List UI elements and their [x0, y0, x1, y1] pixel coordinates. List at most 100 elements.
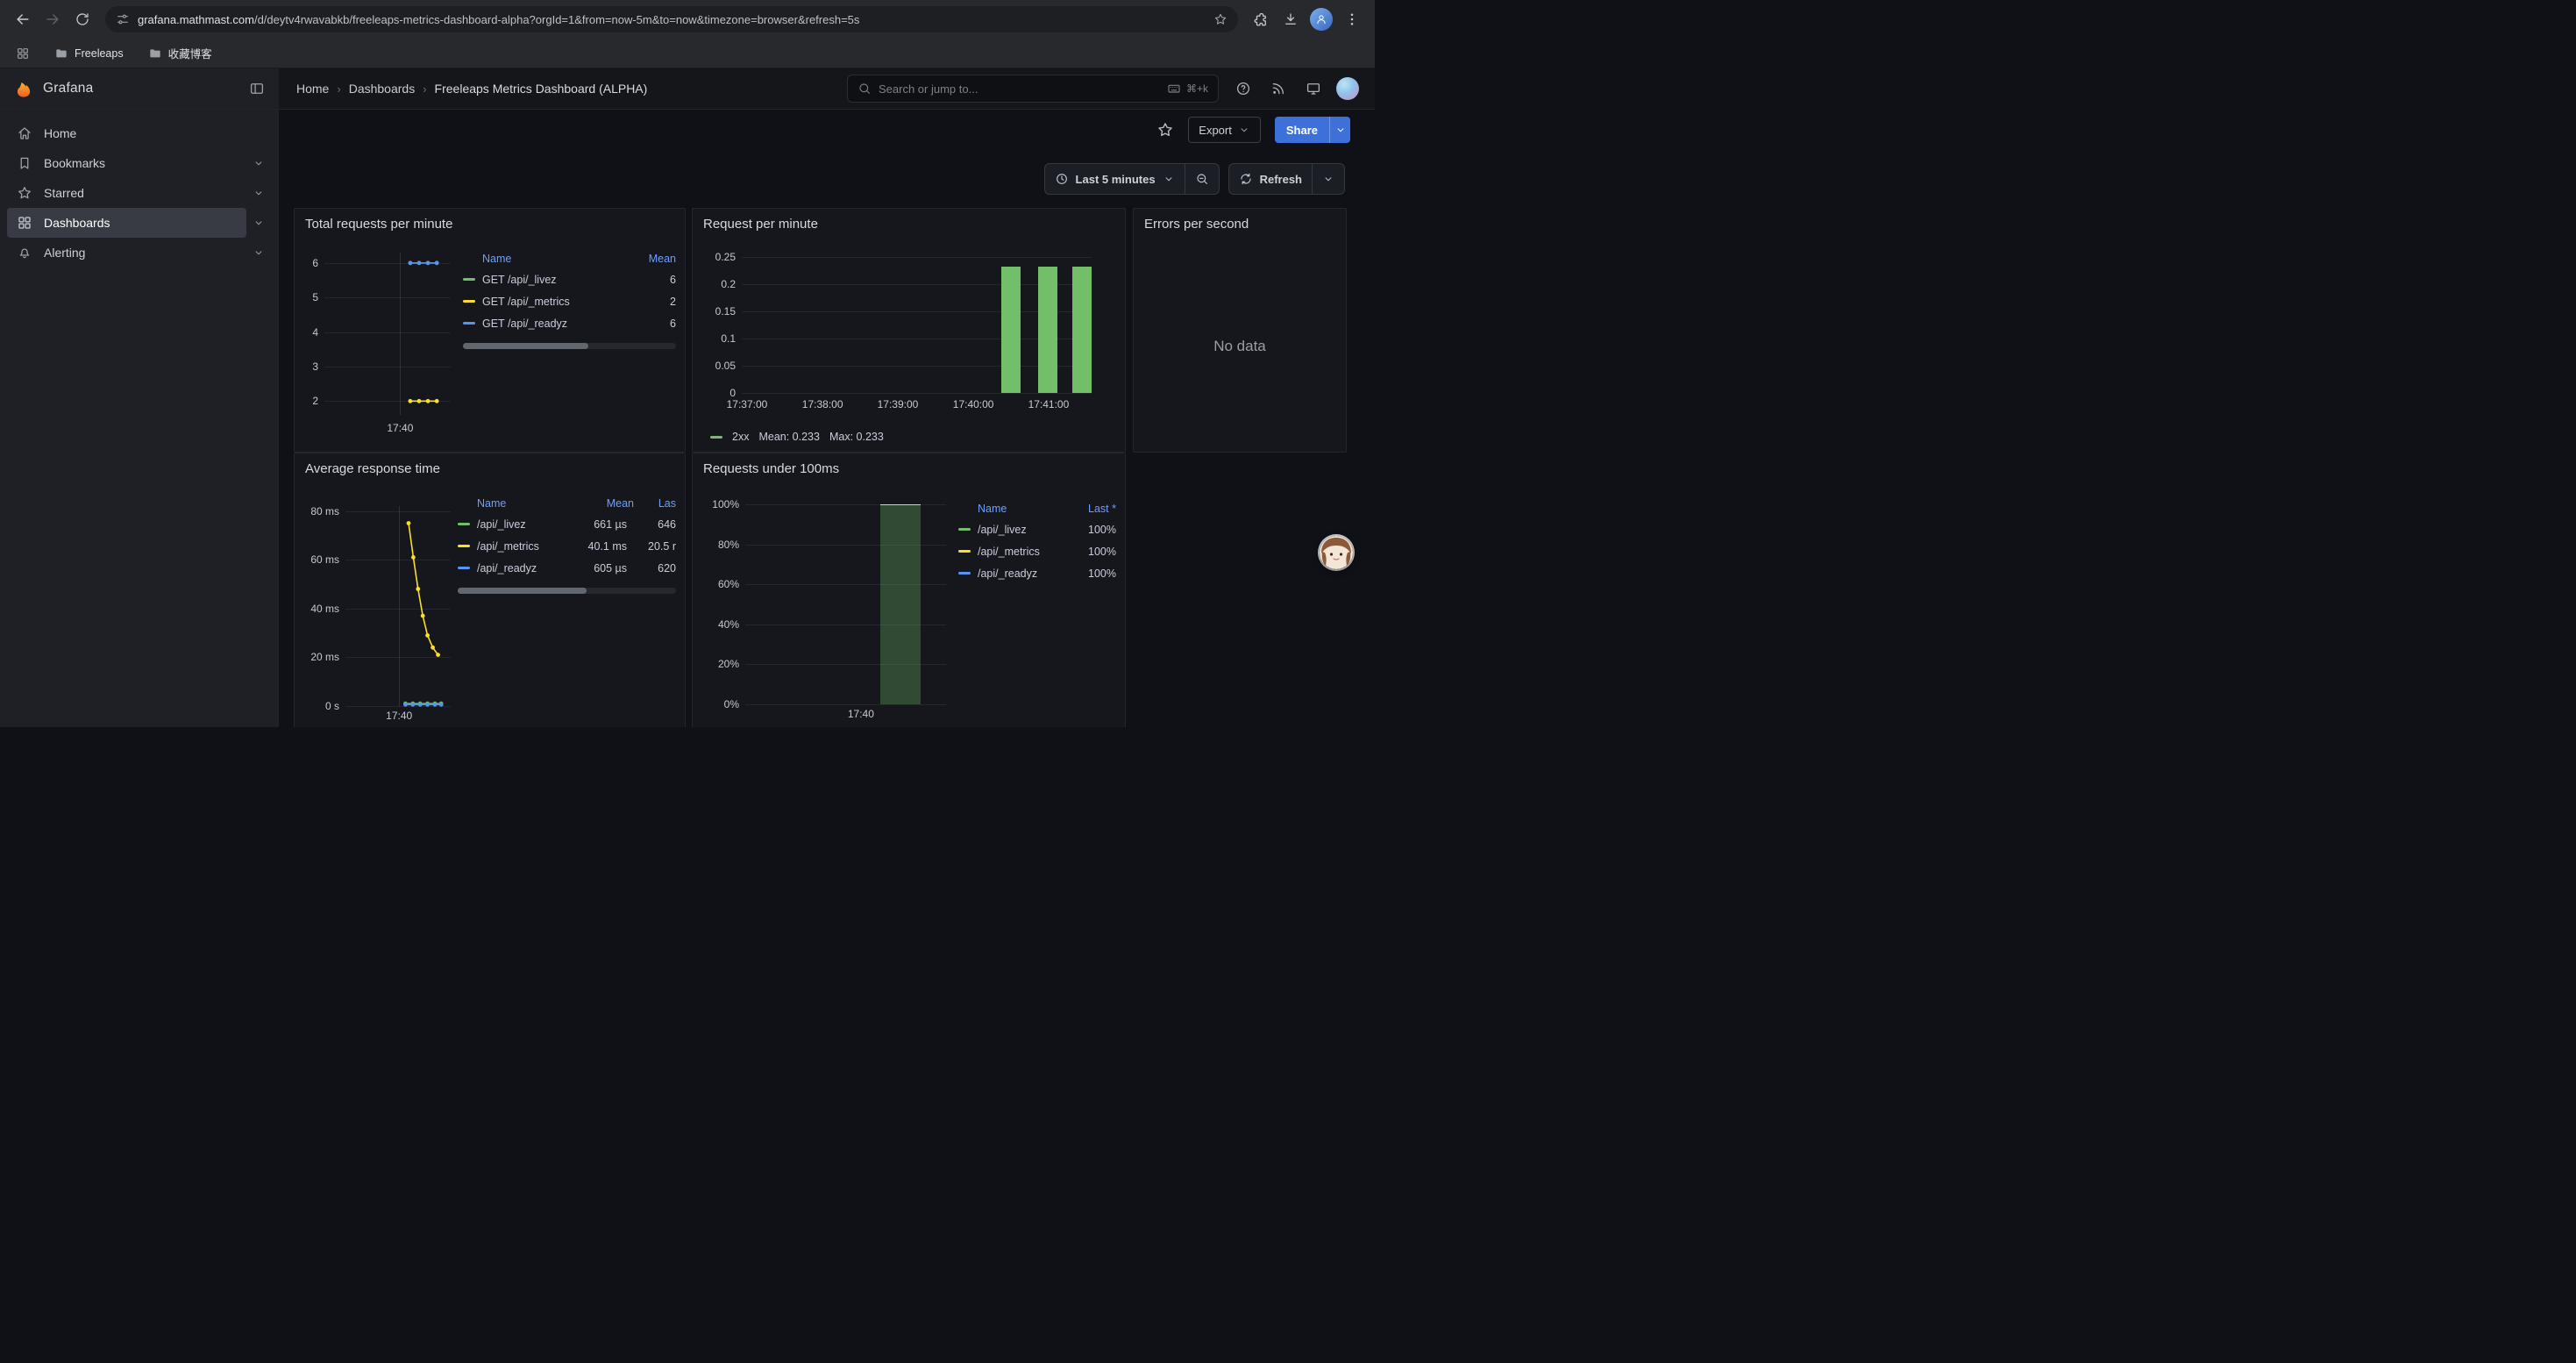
y-tick-label: 80%	[701, 539, 739, 551]
url-bar[interactable]: grafana.mathmast.com/d/deytv4rwavabkb/fr…	[105, 6, 1238, 32]
series-name[interactable]: /api/_livez	[978, 524, 1057, 536]
panel-title[interactable]: Average response time	[295, 453, 685, 485]
request-per-minute-chart[interactable]: 0.250.20.150.10.05017:37:0017:38:0017:39…	[701, 247, 1100, 428]
sidebar-item-alerting[interactable]: Alerting	[7, 238, 246, 268]
monitor-icon	[1306, 81, 1321, 96]
extensions-button[interactable]	[1247, 5, 1275, 33]
legend-scrollbar[interactable]	[463, 343, 676, 349]
folder-icon	[54, 46, 68, 61]
legend-row: GET /api/_livez 6	[463, 268, 676, 290]
user-avatar[interactable]	[1336, 77, 1359, 100]
series-name[interactable]: 2xx	[732, 431, 749, 443]
help-button[interactable]	[1231, 76, 1256, 101]
back-icon	[14, 11, 32, 28]
legend-row: /api/_livez 100%	[958, 518, 1116, 540]
reload-button[interactable]	[68, 5, 96, 33]
series-name[interactable]: /api/_readyz	[477, 562, 566, 574]
floating-assistant-avatar[interactable]	[1320, 536, 1353, 569]
series-name[interactable]: GET /api/_livez	[482, 274, 616, 286]
legend-row: /api/_readyz 100%	[958, 562, 1116, 584]
forward-button[interactable]	[39, 5, 67, 33]
sidebar-item-home[interactable]: Home	[7, 118, 271, 148]
avg-response-time-chart[interactable]: 80 ms60 ms40 ms20 ms0 s17:40	[303, 492, 454, 727]
legend-scrollbar[interactable]	[458, 588, 676, 594]
panel-title[interactable]: Total requests per minute	[295, 209, 685, 240]
grafana-logo-area: Grafana	[0, 68, 279, 109]
bookmark-label: 收藏博客	[168, 45, 212, 61]
breadcrumb-dashboards[interactable]: Dashboards	[349, 82, 416, 96]
bookmark-folder-blogs[interactable]: 收藏博客	[145, 42, 216, 65]
legend-col-mean[interactable]: Mean	[623, 253, 676, 265]
refresh-icon	[1239, 172, 1253, 186]
series-mean: 6	[623, 274, 676, 286]
legend-scrollbar-thumb[interactable]	[463, 343, 588, 349]
legend-avg-response-time: Name Mean Las /api/_livez 661 µs 646 /ap…	[458, 494, 676, 594]
person-icon	[1315, 13, 1327, 25]
total-requests-chart[interactable]: 6543217:40	[303, 240, 454, 446]
series-name[interactable]: /api/_readyz	[978, 567, 1057, 580]
series-name[interactable]: /api/_metrics	[477, 540, 566, 553]
zoom-out-button[interactable]	[1185, 164, 1219, 194]
legend-col-last[interactable]: Las	[634, 497, 676, 510]
legend-scrollbar-thumb[interactable]	[458, 588, 587, 594]
y-tick-label: 5	[303, 291, 318, 303]
series-color-swatch	[463, 300, 475, 303]
share-menu-button[interactable]	[1329, 117, 1350, 143]
panel-title[interactable]: Request per minute	[693, 209, 1125, 240]
series-color-swatch	[958, 572, 971, 574]
bookmark-label: Freeleaps	[75, 47, 124, 60]
expand-alerting-button[interactable]	[246, 238, 271, 268]
refresh-button[interactable]: Refresh	[1229, 164, 1312, 194]
sidebar-collapse-icon[interactable]	[249, 81, 265, 96]
bar	[1072, 267, 1092, 393]
time-range-picker[interactable]: Last 5 minutes	[1045, 164, 1185, 194]
chevron-down-icon	[1163, 173, 1175, 185]
downloads-button[interactable]	[1277, 5, 1305, 33]
series-name[interactable]: GET /api/_readyz	[482, 318, 616, 330]
browser-profile-avatar[interactable]	[1310, 8, 1333, 31]
grafana-logo-icon[interactable]	[14, 79, 33, 98]
bookmark-star-icon[interactable]	[1213, 12, 1228, 26]
reload-icon	[75, 11, 90, 27]
panel-title[interactable]: Requests under 100ms	[693, 453, 1125, 485]
download-icon	[1283, 11, 1299, 27]
dashboard-actions: Export Share	[1156, 117, 1350, 143]
legend-col-name[interactable]: Name	[463, 253, 623, 265]
expand-starred-button[interactable]	[246, 178, 271, 208]
sidebar-item-bookmarks[interactable]: Bookmarks	[7, 148, 246, 178]
x-tick-label: 17:40	[848, 708, 874, 720]
x-tick-label: 17:40:00	[953, 398, 994, 410]
y-tick-label: 2	[303, 395, 318, 407]
legend-col-name[interactable]: Name	[458, 497, 580, 510]
share-button[interactable]: Share	[1275, 117, 1329, 143]
chevron-down-icon	[253, 217, 265, 229]
legend-col-last[interactable]: Last *	[1064, 503, 1116, 515]
series-name[interactable]: /api/_metrics	[978, 546, 1057, 558]
panel-title[interactable]: Errors per second	[1134, 209, 1346, 240]
news-button[interactable]	[1266, 76, 1291, 101]
bar	[1001, 267, 1021, 393]
apps-grid-button[interactable]	[12, 43, 33, 64]
bookmark-folder-freeleaps[interactable]: Freeleaps	[51, 42, 127, 65]
site-settings-icon[interactable]	[116, 12, 130, 26]
expand-dashboards-button[interactable]	[246, 208, 271, 238]
sidebar-item-label: Alerting	[44, 246, 85, 260]
refresh-interval-button[interactable]	[1312, 164, 1344, 194]
under-100ms-chart[interactable]: 100%80%60%40%20%0%17:40	[701, 492, 951, 727]
expand-bookmarks-button[interactable]	[246, 148, 271, 178]
export-button[interactable]: Export	[1188, 117, 1261, 143]
bookmark-icon	[17, 155, 32, 171]
sidebar-item-dashboards[interactable]: Dashboards	[7, 208, 246, 238]
favorite-dashboard-star-icon[interactable]	[1156, 121, 1174, 139]
sidebar-item-starred[interactable]: Starred	[7, 178, 246, 208]
back-button[interactable]	[9, 5, 37, 33]
display-button[interactable]	[1301, 76, 1326, 101]
series-name[interactable]: /api/_livez	[477, 518, 566, 531]
series-name[interactable]: GET /api/_metrics	[482, 296, 616, 308]
legend-col-mean[interactable]: Mean	[580, 497, 634, 510]
browser-menu-button[interactable]	[1338, 5, 1366, 33]
legend-col-name[interactable]: Name	[958, 503, 1064, 515]
search-input[interactable]: Search or jump to... ⌘+k	[847, 75, 1219, 103]
breadcrumb-home[interactable]: Home	[296, 82, 329, 96]
chevron-down-icon	[1238, 124, 1250, 136]
